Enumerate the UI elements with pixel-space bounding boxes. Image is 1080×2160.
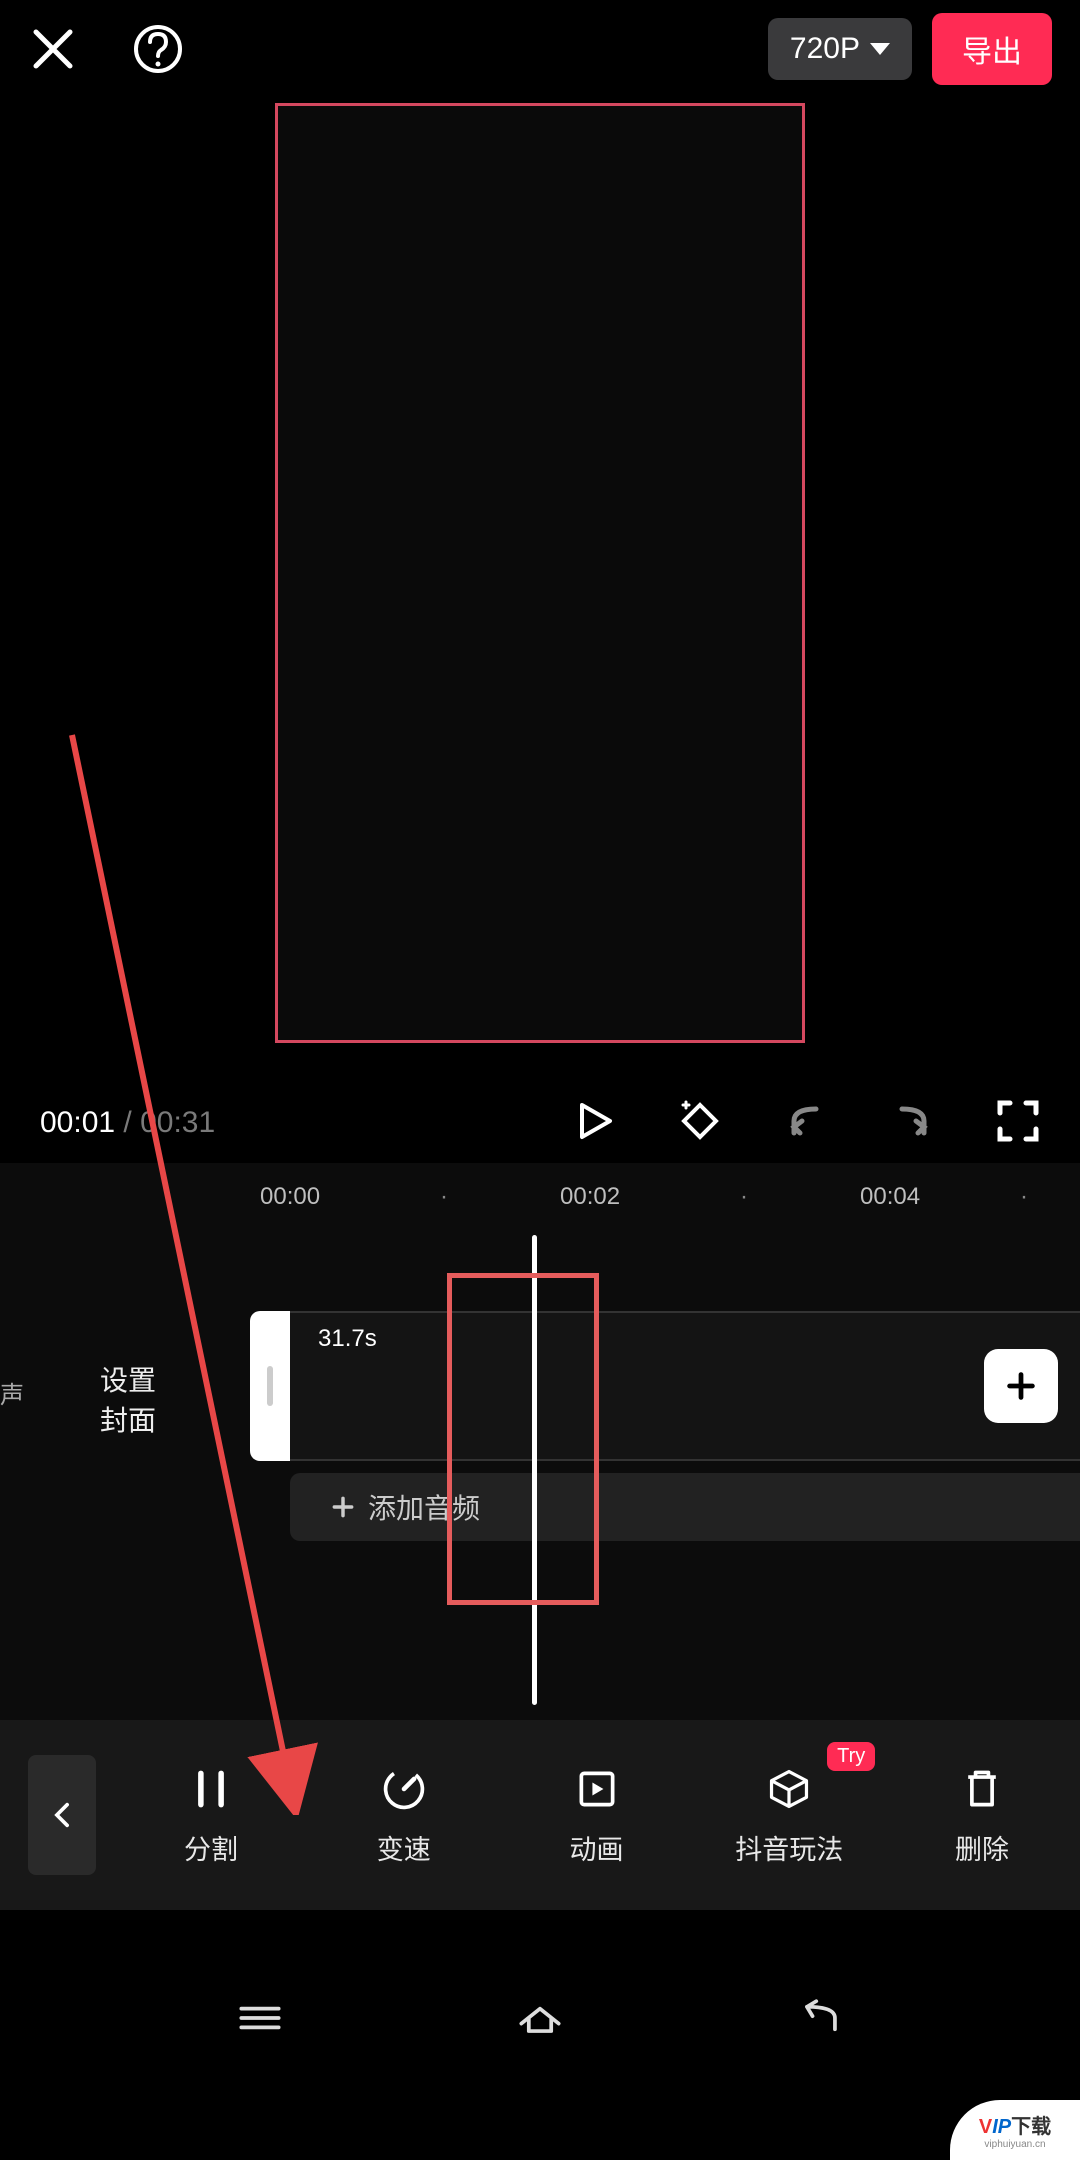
video-clip[interactable]: 31.7s (290, 1311, 1080, 1461)
watermark: VIP下载 viphuiyuan.cn (950, 2100, 1080, 2160)
watermark-sub: viphuiyuan.cn (984, 2139, 1045, 2150)
tool-label: 动画 (570, 1828, 624, 1867)
chevron-down-icon (870, 43, 890, 55)
ruler-dot: · (740, 1183, 748, 1211)
keyframe-icon[interactable] (678, 1099, 722, 1148)
try-badge: Try (827, 1742, 875, 1771)
speed-tool[interactable]: 变速 (344, 1764, 464, 1867)
split-tool[interactable]: 分割 (151, 1764, 271, 1867)
edit-tool-row: 分割 变速 动画 Try 抖音玩法 删除 (0, 1720, 1080, 1910)
playhead[interactable] (532, 1235, 537, 1705)
close-icon[interactable] (28, 24, 78, 74)
video-clip-track[interactable]: 31.7s (250, 1311, 1080, 1461)
ruler-tick: 00:00 (260, 1183, 320, 1211)
redo-icon[interactable] (890, 1099, 934, 1148)
cube-icon (766, 1764, 812, 1814)
ruler-dot: · (440, 1183, 448, 1211)
play-icon[interactable] (572, 1099, 616, 1148)
tool-label: 变速 (377, 1828, 431, 1867)
help-icon[interactable] (133, 24, 183, 74)
system-nav-bar (0, 1960, 1080, 2080)
video-preview-frame[interactable] (275, 103, 805, 1043)
menu-icon[interactable] (232, 1998, 288, 2043)
player-controls: 00:01 / 00:31 (0, 1083, 1080, 1163)
clip-duration: 31.7s (318, 1325, 377, 1353)
undo-icon[interactable] (784, 1099, 828, 1148)
back-button[interactable] (28, 1755, 96, 1875)
edge-label: 声 (0, 1375, 24, 1410)
export-button[interactable]: 导出 (932, 13, 1052, 85)
timeline-ruler[interactable]: 00:00 · 00:02 · 00:04 · (0, 1183, 1080, 1233)
animation-tool[interactable]: 动画 (537, 1764, 657, 1867)
split-icon (188, 1764, 234, 1814)
time-display: 00:01 / 00:31 (40, 1106, 215, 1140)
add-audio-button[interactable]: 添加音频 (290, 1473, 1080, 1541)
fullscreen-icon[interactable] (996, 1099, 1040, 1148)
animation-icon (574, 1764, 620, 1814)
speed-icon (381, 1764, 427, 1814)
resolution-selector[interactable]: 720P (768, 18, 912, 80)
clip-left-handle[interactable] (250, 1311, 290, 1461)
ruler-dot: · (1020, 1183, 1028, 1211)
resolution-label: 720P (790, 32, 860, 66)
delete-icon (959, 1764, 1005, 1814)
video-preview-area (0, 98, 1080, 1083)
delete-tool[interactable]: 删除 (922, 1764, 1042, 1867)
total-time: 00:31 (140, 1106, 215, 1139)
current-time: 00:01 (40, 1106, 115, 1139)
back-nav-icon[interactable] (792, 1998, 848, 2043)
top-toolbar: 720P 导出 (0, 0, 1080, 98)
ruler-tick: 00:04 (860, 1183, 920, 1211)
tool-label: 抖音玩法 (735, 1828, 843, 1867)
export-label: 导出 (962, 36, 1022, 69)
tool-label: 分割 (184, 1828, 238, 1867)
add-audio-label: 添加音频 (368, 1487, 480, 1527)
home-icon[interactable] (512, 1998, 568, 2043)
douyin-play-tool[interactable]: Try 抖音玩法 (729, 1764, 849, 1867)
set-cover-button[interactable]: 设置 封面 (100, 1359, 156, 1439)
timeline-area: 00:00 · 00:02 · 00:04 · 声 设置 封面 31.7s 添加… (0, 1163, 1080, 1723)
add-clip-button[interactable] (984, 1349, 1058, 1423)
tool-label: 删除 (955, 1828, 1009, 1867)
ruler-tick: 00:02 (560, 1183, 620, 1211)
